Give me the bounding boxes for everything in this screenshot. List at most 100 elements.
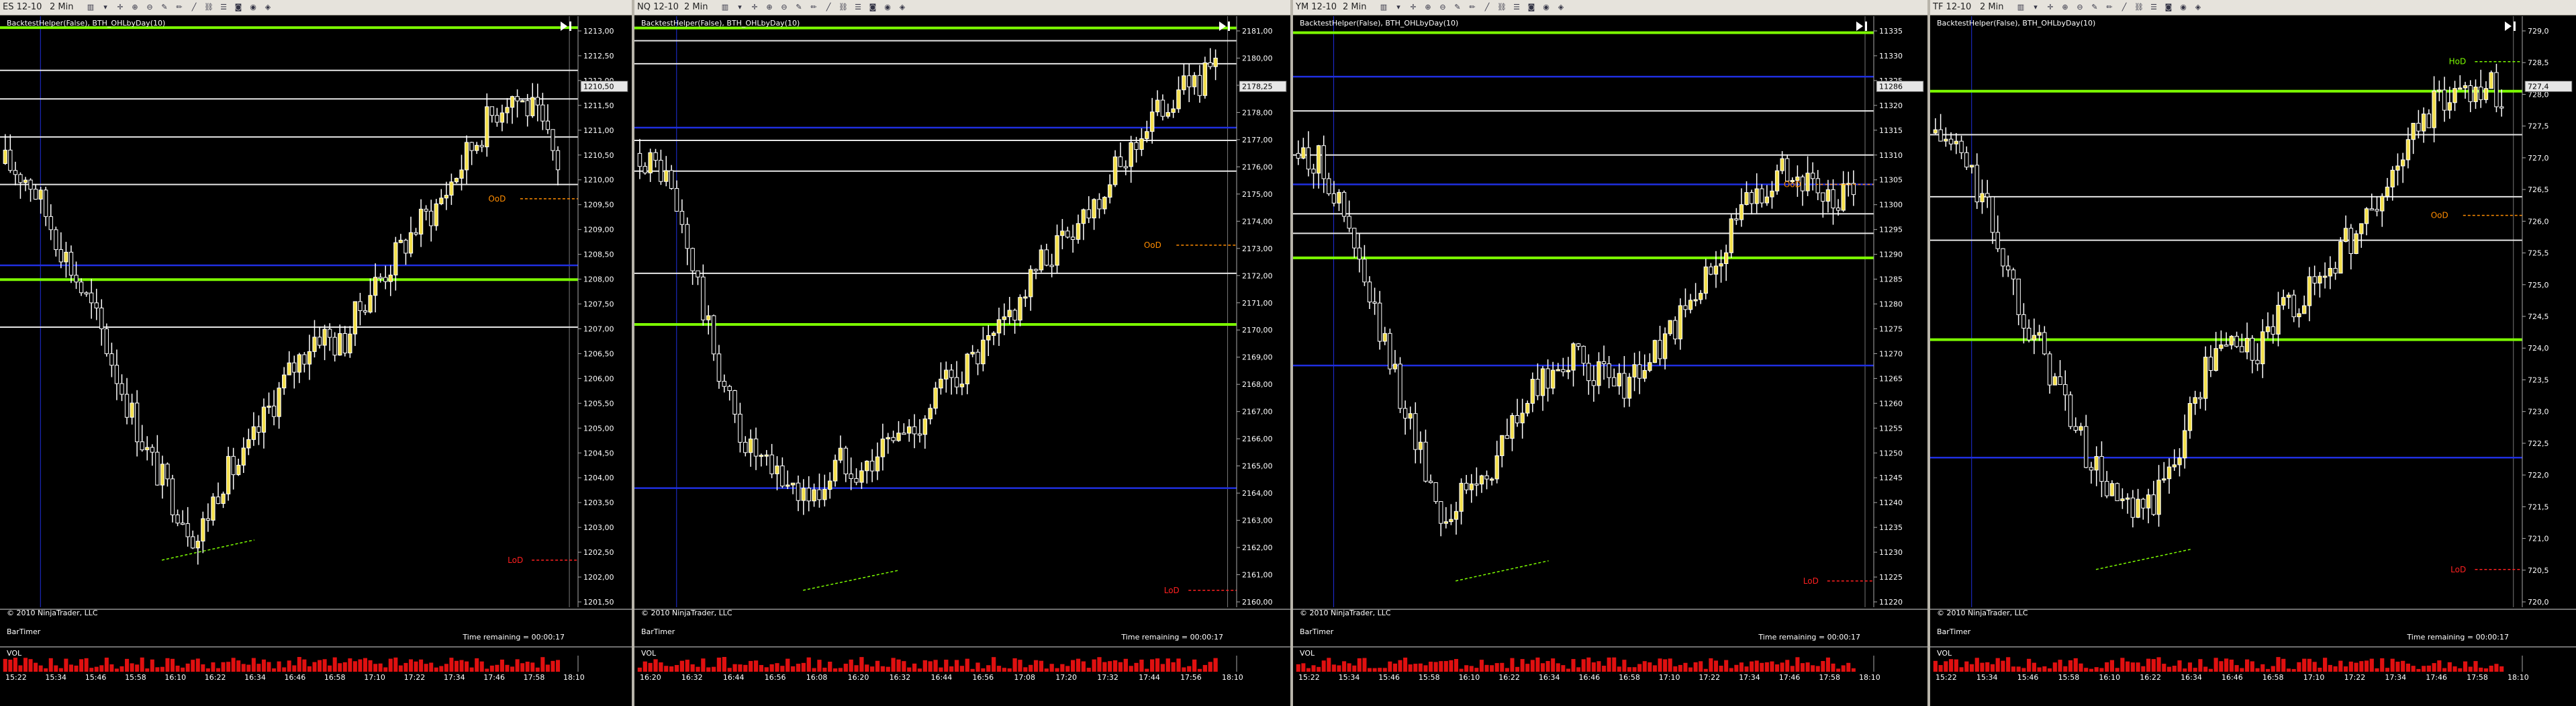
instrument-selector[interactable]: TF 12-10	[1933, 2, 1971, 12]
camera-icon[interactable]: ◙	[2164, 3, 2173, 12]
line-icon[interactable]: ╱	[1482, 3, 1492, 12]
draw-icon[interactable]: ✎	[1453, 3, 1462, 12]
interval-selector[interactable]: 2 Min	[1980, 2, 2003, 12]
line-icon[interactable]: ╱	[189, 3, 199, 12]
zoom-out-icon[interactable]: ⊖	[1438, 3, 1447, 12]
instrument-selector[interactable]: ES 12-10	[3, 2, 42, 12]
instrument-selector[interactable]: YM 12-10	[1296, 2, 1337, 12]
draw-icon[interactable]: ✎	[794, 3, 804, 12]
time-axis[interactable]: 15:22 15:34 15:46 15:58 16:10 16:22 16:34 16:46…	[0, 672, 632, 682]
properties-icon[interactable]: ☰	[2149, 3, 2158, 12]
candle-body	[2286, 294, 2291, 298]
properties-icon[interactable]: ☰	[219, 3, 228, 12]
indicators-icon[interactable]: ◉	[2179, 3, 2188, 12]
volume-bar	[1535, 657, 1540, 672]
properties-icon[interactable]: ☰	[1512, 3, 1521, 12]
price-tick-label: 2181,00	[1242, 27, 1273, 36]
zoom-out-icon[interactable]: ⊖	[2075, 3, 2085, 12]
bar-style-icon[interactable]: ▥	[1379, 3, 1388, 12]
chart-style-icon[interactable]: ▾	[2031, 3, 2040, 12]
chart-style-icon[interactable]: ▾	[101, 3, 110, 12]
interval-selector[interactable]: 2 Min	[50, 2, 73, 12]
zoom-in-icon[interactable]: ⊕	[2060, 3, 2070, 12]
panel-separator[interactable]	[634, 646, 1290, 648]
volume-bar	[1530, 660, 1535, 672]
link-icon[interactable]: ⛓	[1497, 3, 1507, 12]
candle-body	[403, 240, 408, 254]
panel-separator[interactable]	[1293, 609, 1927, 610]
price-plot[interactable]: OoDLoD2181,002180,002179,002178,002177,0…	[634, 16, 1290, 607]
panel-separator[interactable]	[0, 646, 632, 648]
zoom-in-icon[interactable]: ⊕	[765, 3, 774, 12]
low-trendline	[161, 539, 254, 561]
time-tick-label: 16:56	[972, 673, 994, 682]
zoom-in-icon[interactable]: ⊕	[130, 3, 140, 12]
time-axis[interactable]: 15:22 15:34 15:46 15:58 16:10 16:22 16:34 16:46…	[1293, 672, 1927, 682]
price-tick-label: 2167,00	[1242, 408, 1273, 416]
chart-style-icon[interactable]: ▾	[1394, 3, 1403, 12]
strategy-icon[interactable]: ◈	[2193, 3, 2203, 12]
price-plot[interactable]: OoDLoD1213,001212,501212,001211,501211,0…	[0, 16, 632, 607]
panel-separator[interactable]	[1293, 646, 1927, 648]
pencil-icon[interactable]: ✏	[175, 3, 184, 12]
crosshair-icon[interactable]: ✛	[2046, 3, 2055, 12]
candle-body	[2432, 90, 2436, 128]
chart-style-icon[interactable]: ▾	[735, 3, 745, 12]
crosshair-icon[interactable]: ✛	[115, 3, 125, 12]
volume-panel[interactable]	[1930, 656, 2576, 672]
volume-panel[interactable]	[1293, 656, 1927, 672]
panel-separator[interactable]	[634, 609, 1290, 610]
candle-body	[165, 464, 170, 480]
link-icon[interactable]: ⛓	[839, 3, 848, 12]
volume-bar	[854, 665, 859, 672]
volume-bar	[1985, 662, 1990, 672]
volume-bar	[414, 661, 418, 672]
pencil-icon[interactable]: ✏	[1468, 3, 1477, 12]
volume-bar	[2079, 663, 2083, 672]
strategy-icon[interactable]: ◈	[1556, 3, 1566, 12]
zoom-out-icon[interactable]: ⊖	[779, 3, 789, 12]
price-plot[interactable]: OoDLoD1133511330113251132011315113101130…	[1293, 16, 1927, 607]
interval-selector[interactable]: 2 Min	[684, 2, 708, 12]
link-icon[interactable]: ⛓	[2134, 3, 2144, 12]
panel-separator[interactable]	[1930, 646, 2576, 648]
zoom-in-icon[interactable]: ⊕	[1423, 3, 1433, 12]
panel-separator[interactable]	[1930, 609, 2576, 610]
volume-panel[interactable]	[0, 656, 632, 672]
bar-style-icon[interactable]: ▥	[2016, 3, 2025, 12]
indicators-icon[interactable]: ◉	[248, 3, 258, 12]
camera-icon[interactable]: ◙	[1527, 3, 1536, 12]
line-icon[interactable]: ╱	[2119, 3, 2129, 12]
candle-body	[2328, 267, 2333, 277]
link-icon[interactable]: ⛓	[204, 3, 213, 12]
volume-bar	[23, 658, 28, 672]
crosshair-icon[interactable]: ✛	[1409, 3, 1418, 12]
draw-icon[interactable]: ✎	[2090, 3, 2099, 12]
crosshair-icon[interactable]: ✛	[750, 3, 759, 12]
strategy-icon[interactable]: ◈	[898, 3, 907, 12]
pencil-icon[interactable]: ✏	[2105, 3, 2114, 12]
draw-icon[interactable]: ✎	[160, 3, 169, 12]
bar-style-icon[interactable]: ▥	[86, 3, 95, 12]
instrument-selector[interactable]: NQ 12-10	[637, 2, 679, 12]
panel-separator[interactable]	[0, 609, 632, 610]
pencil-icon[interactable]: ✏	[809, 3, 818, 12]
line-icon[interactable]: ╱	[824, 3, 833, 12]
camera-icon[interactable]: ◙	[868, 3, 877, 12]
candle-body	[902, 433, 906, 435]
time-tick-label: 15:46	[2017, 673, 2039, 682]
properties-icon[interactable]: ☰	[853, 3, 863, 12]
volume-panel[interactable]	[634, 656, 1290, 672]
bar-style-icon[interactable]: ▥	[720, 3, 730, 12]
volume-bar	[1790, 666, 1795, 672]
time-axis[interactable]: 16:20 16:32 16:44 16:56 16:08 16:20 16:32 16:44…	[634, 672, 1290, 682]
indicators-icon[interactable]: ◉	[883, 3, 892, 12]
zoom-out-icon[interactable]: ⊖	[145, 3, 154, 12]
camera-icon[interactable]: ◙	[234, 3, 243, 12]
price-tick-label: 11260	[1879, 399, 1903, 408]
interval-selector[interactable]: 2 Min	[1343, 2, 1366, 12]
time-axis[interactable]: 15:22 15:34 15:46 15:58 16:10 16:22 16:34 16:46…	[1930, 672, 2576, 682]
indicators-icon[interactable]: ◉	[1541, 3, 1551, 12]
strategy-icon[interactable]: ◈	[263, 3, 273, 12]
price-plot[interactable]: OoD LoD HoD 729,0 728,5 728,0 727,5 727,0 726,5 7…	[1930, 16, 2576, 607]
